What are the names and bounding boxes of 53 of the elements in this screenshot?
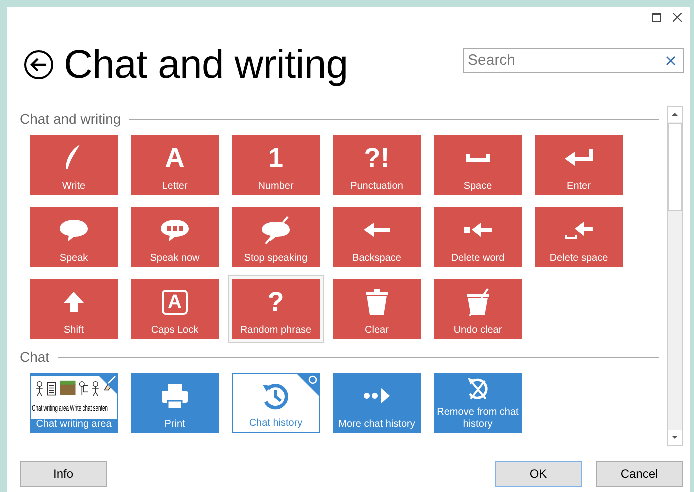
tile-label: Caps Lock — [151, 325, 199, 338]
tile-label: Punctuation — [350, 181, 404, 194]
tile-label: More chat history — [338, 419, 416, 432]
tile-label: Space — [464, 181, 492, 194]
printer-icon — [159, 381, 191, 411]
space-icon — [466, 154, 490, 162]
scroll-thumb[interactable] — [668, 123, 682, 211]
tile-label: Print — [164, 419, 186, 432]
info-button[interactable]: Info — [20, 461, 107, 487]
tile-label: Delete word — [451, 253, 505, 266]
symbol-glyph: ?! — [364, 144, 390, 172]
boxed-letter-icon: A — [162, 290, 188, 314]
section-heading: Chat — [20, 349, 50, 365]
symbol-glyph: A — [165, 144, 185, 172]
tile-label: Backspace — [352, 253, 402, 266]
section-heading: Chat and writing — [20, 111, 122, 127]
symbol-word: senten — [93, 403, 108, 413]
tile-label: Chat writing area — [36, 419, 112, 432]
tile-label: Remove from chat history — [436, 407, 520, 432]
pencil-corner-icon — [96, 373, 118, 395]
dialog-button[interactable]: Cancel — [596, 461, 683, 487]
scrollbar[interactable] — [667, 106, 683, 446]
field-icon — [60, 379, 76, 397]
symbol-word: area — [59, 403, 70, 413]
tile-label: Chat history — [249, 418, 303, 431]
symbol-word: writing — [44, 403, 58, 413]
speech-bubble-crossed-icon — [260, 215, 292, 245]
maximize-icon[interactable] — [652, 13, 661, 22]
scroll-down-icon[interactable] — [668, 430, 682, 445]
symbol-word: Write — [70, 403, 82, 413]
back-icon[interactable] — [24, 50, 54, 80]
tile-label: Speak now — [150, 253, 200, 266]
page-title: Chat and writing — [64, 42, 350, 88]
tile-label: Shift — [64, 325, 84, 338]
tile-label: Undo clear — [454, 325, 502, 338]
clear-icon[interactable] — [666, 56, 676, 66]
tile-label: Delete space — [550, 253, 608, 266]
tile-label: Stop speaking — [244, 253, 308, 266]
tile-label: Write — [62, 181, 86, 194]
tile-label: Speak — [60, 253, 88, 266]
tile-label: Number — [258, 181, 294, 194]
tile-label: Letter — [162, 181, 188, 194]
close-icon[interactable] — [673, 13, 682, 22]
dialog-button[interactable]: OK — [495, 461, 582, 487]
tile-label: Random phrase — [240, 325, 312, 338]
symbol-glyph: ? — [268, 288, 284, 316]
tile-label: Clear — [365, 325, 389, 338]
symbol-word: chat — [82, 403, 92, 413]
search-field[interactable]: Search — [463, 48, 684, 72]
tile-label: Enter — [567, 181, 591, 194]
symbol-word: Chat — [32, 403, 43, 413]
scroll-up-icon[interactable] — [668, 107, 682, 122]
symbol-glyph: 1 — [268, 144, 284, 172]
